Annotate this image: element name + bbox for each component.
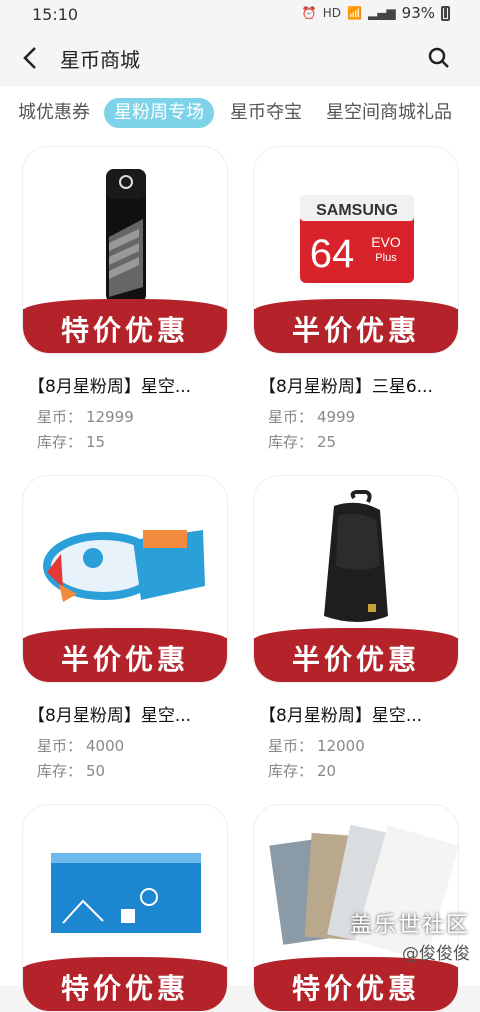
hd-icon: HD (322, 6, 342, 20)
promo-banner: 半价优惠 (23, 628, 227, 682)
thermos-image (106, 169, 146, 303)
stock-count: 15 (86, 433, 106, 451)
watermark-user: @俊俊俊 (402, 944, 470, 964)
search-icon (428, 47, 449, 68)
stock-label: 库存： (37, 762, 83, 780)
stock-label: 库存： (268, 433, 314, 451)
page-title: 星币商城 (60, 48, 140, 72)
tab-fan-week[interactable]: 星粉周专场 (104, 98, 214, 128)
tab-bar: 城优惠券 星粉周专场 星币夺宝 星空间商城礼品 (0, 86, 480, 138)
wifi-icon: 📶 (347, 6, 362, 20)
product-card[interactable]: 半价优惠 【8月星粉周】星空... 星币： 4000 库存： 50 (22, 475, 228, 784)
product-image: 特价优惠 (22, 146, 228, 354)
promo-banner: 半价优惠 (254, 299, 458, 353)
product-meta: 星币： 4000 库存： 50 (22, 734, 228, 784)
promo-banner: 特价优惠 (23, 957, 227, 1011)
product-card[interactable]: SAMSUNG 64 EVO Plus 半价优惠 【8月星粉周】三星6... 星… (253, 146, 459, 455)
product-meta: 星币： 12000 库存： 20 (253, 734, 459, 784)
stock-count: 25 (317, 433, 337, 451)
status-bar: 15:10 ⏰ HD 📶 ▂▄▆ 93% (0, 0, 480, 30)
sd-card-image: SAMSUNG 64 EVO Plus (300, 195, 414, 283)
signal-icon: ▂▄▆ (367, 6, 396, 20)
promo-banner: 特价优惠 (254, 957, 458, 1011)
product-meta: 星币： 12999 库存： 15 (22, 405, 228, 455)
alarm-icon: ⏰ (301, 6, 317, 20)
back-button[interactable] (16, 44, 44, 72)
rocket-toy-image (43, 530, 205, 602)
coin-price: 12000 (317, 737, 365, 755)
product-card[interactable]: 特价优惠 (22, 804, 228, 1012)
coin-label: 星币： (268, 408, 314, 426)
tab-coupons[interactable]: 城优惠券 (18, 98, 90, 128)
product-name: 【8月星粉周】三星6... (259, 377, 433, 397)
product-image: 半价优惠 (253, 475, 459, 683)
battery-icon (441, 5, 450, 21)
coin-label: 星币： (37, 408, 83, 426)
stock-label: 库存： (37, 433, 83, 451)
watermark: 盖乐世社区 @俊俊俊 (350, 907, 470, 964)
product-name: 【8月星粉周】星空... (28, 377, 192, 397)
product-meta: 星币： 4999 库存： 25 (253, 405, 459, 455)
product-image: 半价优惠 (22, 475, 228, 683)
stock-count: 50 (86, 762, 106, 780)
tab-gift-shop[interactable]: 星空间商城礼品 (326, 98, 452, 128)
back-arrow-icon (23, 47, 36, 69)
stock-label: 库存： (268, 762, 314, 780)
sling-bag-image (324, 490, 388, 622)
coin-price: 4999 (317, 408, 356, 426)
promo-banner: 特价优惠 (23, 299, 227, 353)
sd-evo-text: EVO (371, 234, 401, 250)
notebook-box-image (51, 853, 201, 933)
app-bar: 星币商城 (0, 30, 480, 86)
sd-brand-text: SAMSUNG (316, 202, 398, 219)
watermark-community: 盖乐世社区 (349, 913, 470, 938)
coin-label: 星币： (268, 737, 314, 755)
product-image: SAMSUNG 64 EVO Plus 半价优惠 (253, 146, 459, 354)
sd-capacity-text: 64 (310, 232, 355, 276)
promo-banner: 半价优惠 (254, 628, 458, 682)
stock-count: 20 (317, 762, 337, 780)
status-icons: ⏰ HD 📶 ▂▄▆ 93% (302, 4, 450, 22)
status-time: 15:10 (32, 5, 79, 24)
coin-price: 12999 (86, 408, 134, 426)
product-name: 【8月星粉周】星空... (259, 706, 423, 726)
battery-percent: 93% (401, 4, 435, 22)
coin-price: 4000 (86, 737, 125, 755)
product-grid: 特价优惠 【8月星粉周】星空... 星币： 12999 库存： 15 SAMSUNG… (0, 138, 480, 1012)
search-button[interactable] (424, 43, 454, 73)
tab-lucky-draw[interactable]: 星币夺宝 (230, 98, 302, 128)
sd-plus-text: Plus (375, 252, 397, 264)
product-card[interactable]: 特价优惠 【8月星粉周】星空... 星币： 12999 库存： 15 (22, 146, 228, 455)
product-card[interactable]: 半价优惠 【8月星粉周】星空... 星币： 12000 库存： 20 (253, 475, 459, 784)
product-image: 特价优惠 (22, 804, 228, 1012)
product-name: 【8月星粉周】星空... (28, 706, 192, 726)
coin-label: 星币： (37, 737, 83, 755)
